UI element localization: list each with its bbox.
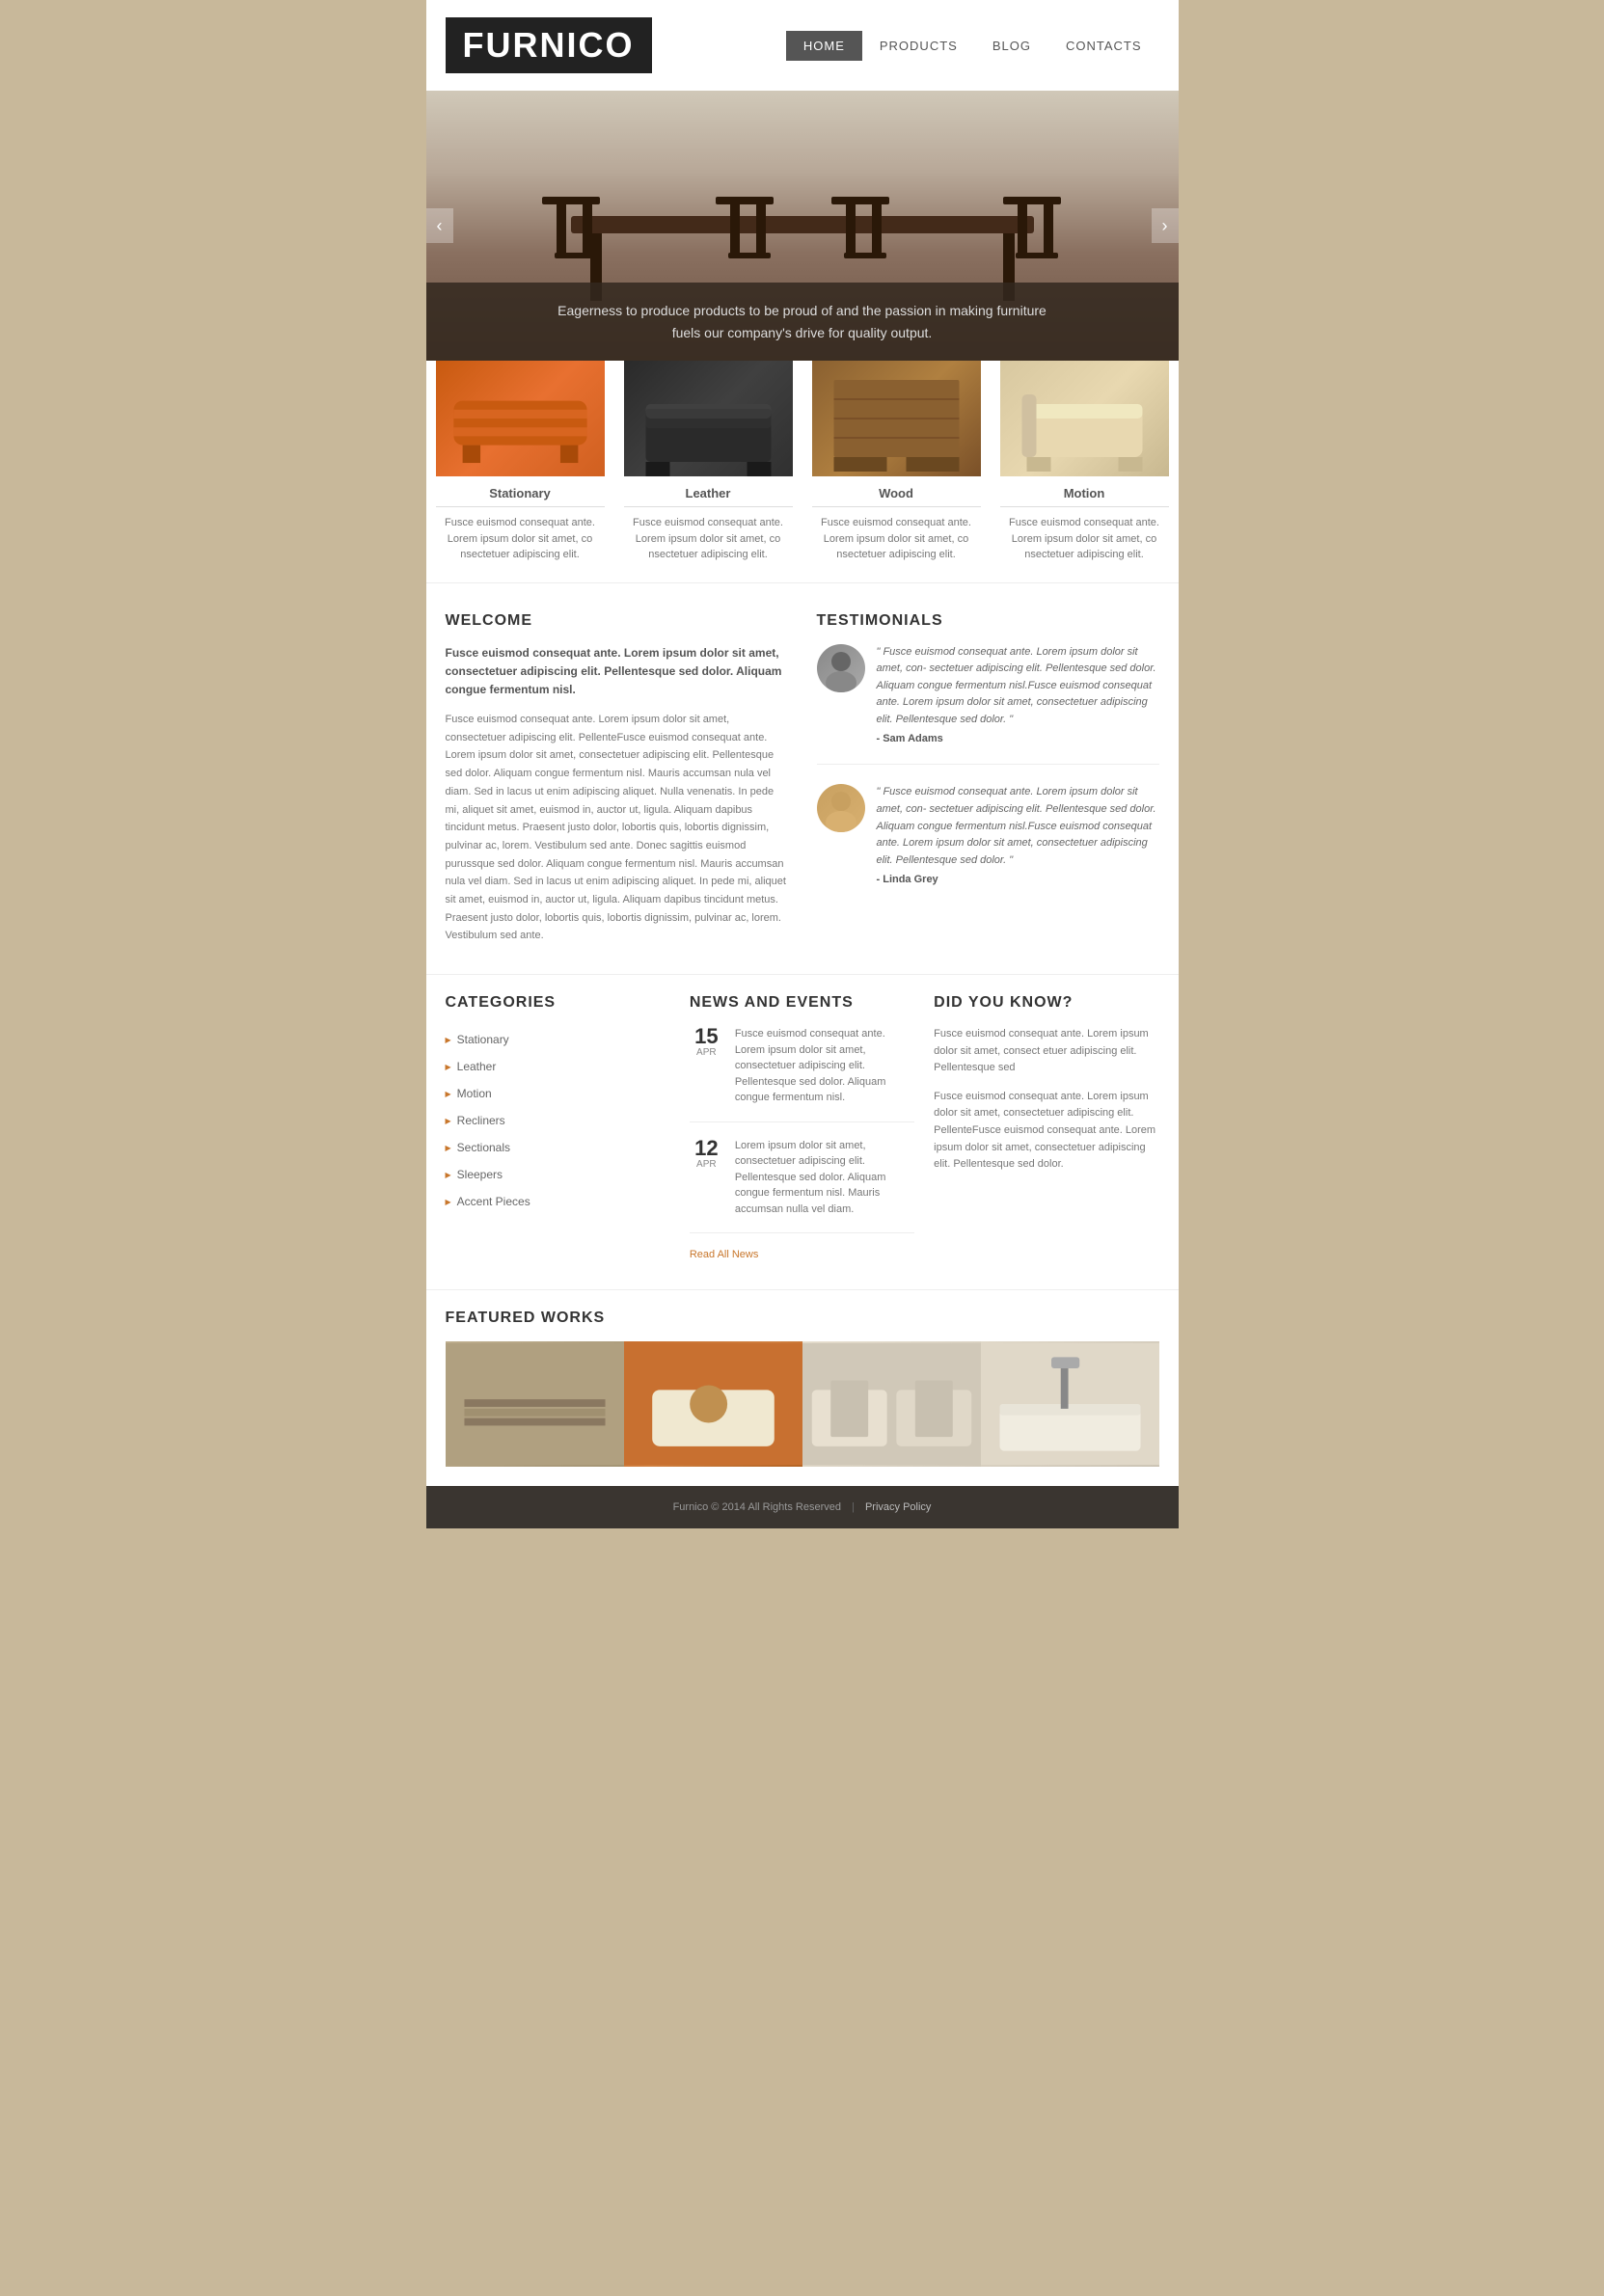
category-list: Stationary Leather Motion Recliners Sect…	[446, 1026, 670, 1215]
hero-prev-button[interactable]: ‹	[426, 208, 453, 243]
avatar-2	[817, 784, 865, 832]
did-you-know-p2: Fusce euismod consequat ante. Lorem ipsu…	[934, 1089, 1158, 1174]
product-title-leather: Leather	[624, 486, 793, 507]
featured-thumb-3[interactable]	[802, 1341, 981, 1467]
product-grid: Stationary Fusce euismod consequat ante.…	[426, 361, 1179, 582]
news-day-2: 12	[690, 1138, 723, 1159]
news-day-1: 15	[690, 1026, 723, 1047]
product-title-motion: Motion	[1000, 486, 1169, 507]
news-text-2: Lorem ipsum dolor sit amet, consectetuer…	[735, 1138, 914, 1218]
hero-next-button[interactable]: ›	[1152, 208, 1179, 243]
product-card-motion[interactable]: Motion Fusce euismod consequat ante. Lor…	[991, 361, 1179, 582]
hero-caption-line1: Eagerness to produce products to be prou…	[446, 300, 1159, 321]
hero-caption: Eagerness to produce products to be prou…	[426, 283, 1179, 361]
category-recliners[interactable]: Recliners	[446, 1107, 670, 1134]
product-title-wood: Wood	[812, 486, 981, 507]
category-leather[interactable]: Leather	[446, 1053, 670, 1080]
news-section: NEWS AND EVENTS 15 APR Fusce euismod con…	[690, 994, 914, 1260]
product-title-stationary: Stationary	[436, 486, 605, 507]
product-thumb-wood	[812, 361, 981, 476]
product-card-leather[interactable]: Leather Fusce euismod consequat ante. Lo…	[614, 361, 802, 582]
featured-title: FEATURED WORKS	[446, 1310, 1159, 1327]
news-item-2: 12 APR Lorem ipsum dolor sit amet, conse…	[690, 1138, 914, 1234]
welcome-title: WELCOME	[446, 612, 788, 630]
footer-copyright: Furnico © 2014 All Rights Reserved	[673, 1501, 841, 1513]
welcome-lead: Fusce euismod consequat ante. Lorem ipsu…	[446, 644, 788, 700]
welcome-testimonials-section: WELCOME Fusce euismod consequat ante. Lo…	[426, 582, 1179, 975]
news-title: NEWS AND EVENTS	[690, 994, 914, 1012]
news-date-1: 15 APR	[690, 1026, 723, 1106]
nav-blog[interactable]: BLOG	[975, 31, 1048, 61]
categories-section: CATEGORIES Stationary Leather Motion Rec…	[446, 994, 670, 1260]
category-motion[interactable]: Motion	[446, 1080, 670, 1107]
featured-grid	[446, 1341, 1159, 1467]
featured-thumb-2[interactable]	[624, 1341, 802, 1467]
featured-section: FEATURED WORKS	[426, 1289, 1179, 1476]
product-desc-leather: Fusce euismod consequat ante. Lorem ipsu…	[624, 515, 793, 563]
hero-caption-line2: fuels our company's drive for quality ou…	[446, 322, 1159, 343]
product-thumb-stationary	[436, 361, 605, 476]
testimonials-title: TESTIMONIALS	[817, 612, 1159, 630]
main-nav: HOME PRODUCTS BLOG CONTACTS	[786, 31, 1159, 61]
category-sleepers[interactable]: Sleepers	[446, 1161, 670, 1188]
did-you-know-section: DID YOU KNOW? Fusce euismod consequat an…	[934, 994, 1158, 1260]
did-you-know-p1: Fusce euismod consequat ante. Lorem ipsu…	[934, 1026, 1158, 1077]
testimonial-2-name: - Linda Grey	[877, 874, 1159, 885]
testimonial-2-text: " Fusce euismod consequat ante. Lorem ip…	[877, 784, 1159, 869]
header: FURNICO HOME PRODUCTS BLOG CONTACTS	[426, 0, 1179, 91]
product-desc-wood: Fusce euismod consequat ante. Lorem ipsu…	[812, 515, 981, 563]
nav-products[interactable]: PRODUCTS	[862, 31, 975, 61]
logo: FURNICO	[446, 17, 652, 73]
welcome-body: Fusce euismod consequat ante. Lorem ipsu…	[446, 711, 788, 945]
testimonial-2-content: " Fusce euismod consequat ante. Lorem ip…	[877, 784, 1159, 885]
product-desc-motion: Fusce euismod consequat ante. Lorem ipsu…	[1000, 515, 1169, 563]
testimonial-1-content: " Fusce euismod consequat ante. Lorem ip…	[877, 644, 1159, 745]
categories-title: CATEGORIES	[446, 994, 670, 1012]
footer-privacy-link[interactable]: Privacy Policy	[865, 1501, 931, 1513]
news-date-2: 12 APR	[690, 1138, 723, 1218]
read-all-news-link[interactable]: Read All News	[690, 1249, 914, 1260]
nav-home[interactable]: HOME	[786, 31, 862, 61]
did-you-know-title: DID YOU KNOW?	[934, 994, 1158, 1012]
news-month-1: APR	[690, 1047, 723, 1058]
footer: Furnico © 2014 All Rights Reserved | Pri…	[426, 1486, 1179, 1528]
avatar-1	[817, 644, 865, 692]
news-item-1: 15 APR Fusce euismod consequat ante. Lor…	[690, 1026, 914, 1122]
category-stationary[interactable]: Stationary	[446, 1026, 670, 1053]
product-desc-stationary: Fusce euismod consequat ante. Lorem ipsu…	[436, 515, 605, 563]
news-text-1: Fusce euismod consequat ante. Lorem ipsu…	[735, 1026, 914, 1106]
product-card-stationary[interactable]: Stationary Fusce euismod consequat ante.…	[426, 361, 614, 582]
testimonial-1: " Fusce euismod consequat ante. Lorem ip…	[817, 644, 1159, 766]
bottom-three-col: CATEGORIES Stationary Leather Motion Rec…	[426, 974, 1179, 1289]
featured-thumb-4[interactable]	[981, 1341, 1159, 1467]
category-sectionals[interactable]: Sectionals	[446, 1134, 670, 1161]
footer-divider: |	[852, 1501, 855, 1513]
testimonial-1-name: - Sam Adams	[877, 733, 1159, 744]
news-month-2: APR	[690, 1159, 723, 1170]
testimonials-section: TESTIMONIALS " Fusce euismod consequat a…	[817, 612, 1159, 946]
welcome-section: WELCOME Fusce euismod consequat ante. Lo…	[446, 612, 788, 946]
product-thumb-motion	[1000, 361, 1169, 476]
testimonial-1-text: " Fusce euismod consequat ante. Lorem ip…	[877, 644, 1159, 729]
category-accent[interactable]: Accent Pieces	[446, 1188, 670, 1215]
testimonial-2: " Fusce euismod consequat ante. Lorem ip…	[817, 784, 1159, 905]
nav-contacts[interactable]: CONTACTS	[1048, 31, 1159, 61]
hero-slider: ‹ › Eagerness to produce products to be …	[426, 91, 1179, 361]
product-card-wood[interactable]: Wood Fusce euismod consequat ante. Lorem…	[802, 361, 991, 582]
featured-thumb-1[interactable]	[446, 1341, 624, 1467]
product-thumb-leather	[624, 361, 793, 476]
